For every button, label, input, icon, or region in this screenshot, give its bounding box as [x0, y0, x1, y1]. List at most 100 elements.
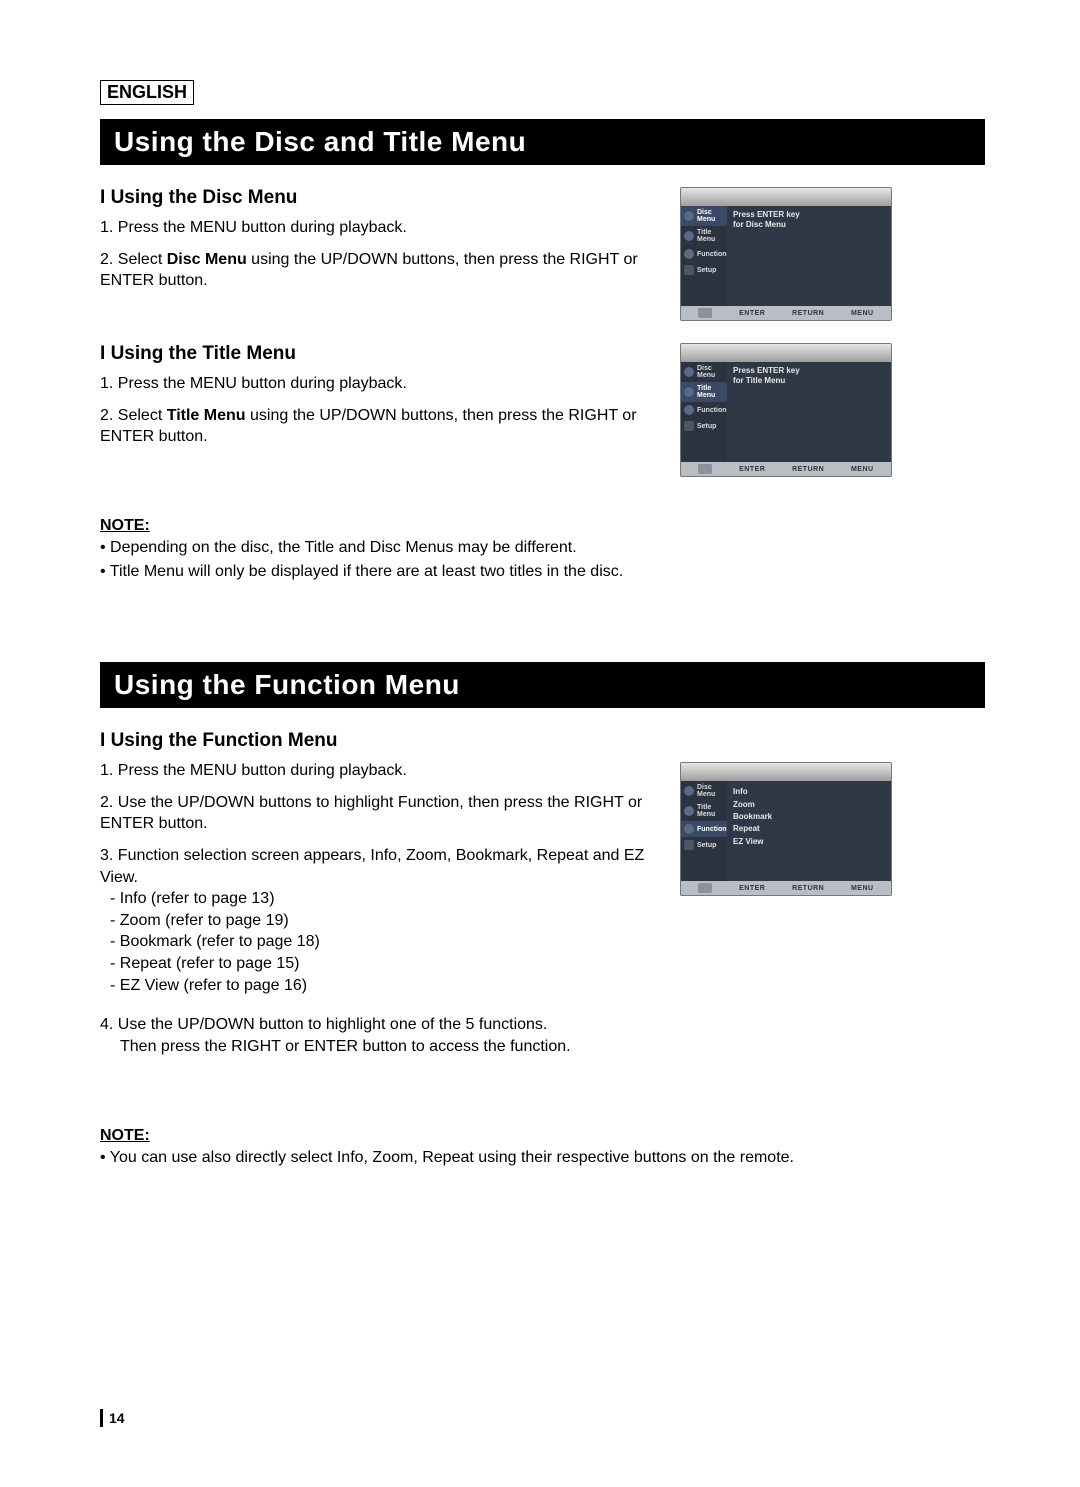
title-step-2: 2. Select Title Menu using the UP/DOWN b…	[100, 405, 660, 448]
step-number: 1.	[100, 219, 113, 236]
func-step3-sub2: - Zoom (refer to page 19)	[110, 910, 660, 932]
disc-icon	[684, 367, 694, 377]
osd-side-label: Setup	[697, 267, 716, 274]
osd-side-item-setup: Setup	[681, 837, 727, 853]
osd-fn-item-zoom: Zoom	[733, 800, 885, 810]
disc-icon	[684, 786, 694, 796]
osd-side-label: Title Menu	[697, 804, 724, 818]
subhead-text: Using the Title Menu	[111, 343, 296, 364]
osd-side-label: Function	[697, 407, 727, 414]
osd-top-bar	[681, 763, 891, 781]
osd-main-line1: Press ENTER key	[733, 210, 885, 220]
page-number: 14	[109, 1410, 125, 1426]
page-number-wrap: 14	[100, 1409, 125, 1427]
note-label-1: NOTE:	[100, 517, 985, 535]
osd-sidebar: Disc Menu Title Menu Function Setup	[681, 206, 727, 306]
func-step3-sub4: - Repeat (refer to page 15)	[110, 953, 660, 975]
step-text-pre: Select	[118, 407, 167, 424]
step-text: Press the MENU button during playback.	[118, 375, 407, 392]
dpad-icon	[698, 883, 712, 893]
osd-side-label: Disc Menu	[697, 784, 724, 798]
title-step-1: 1. Press the MENU button during playback…	[100, 373, 660, 395]
dpad-icon	[698, 464, 712, 474]
osd-footer-enter: ENTER	[739, 885, 765, 892]
disc-icon	[684, 231, 694, 241]
osd-footer: ENTER RETURN MENU	[681, 306, 891, 320]
osd-side-item-title-menu: Title Menu	[681, 801, 727, 821]
osd-side-item-disc-menu: Disc Menu	[681, 206, 727, 226]
disc-icon	[684, 806, 694, 816]
osd-main-line2: for Disc Menu	[733, 220, 885, 230]
osd-side-label: Function	[697, 826, 727, 833]
osd-footer-enter: ENTER	[739, 310, 765, 317]
disc-icon	[684, 387, 694, 397]
osd-sidebar: Disc Menu Title Menu Function Setup	[681, 781, 727, 881]
osd-side-label: Disc Menu	[697, 209, 724, 223]
osd-fn-item-bookmark: Bookmark	[733, 812, 885, 822]
osd-side-item-function: Function	[681, 246, 727, 262]
step-number: 2.	[100, 251, 113, 268]
page-number-bar	[100, 1409, 103, 1427]
func-step-4: 4. Use the UP/DOWN button to highlight o…	[100, 1014, 660, 1057]
step-text-line1: Use the UP/DOWN button to highlight one …	[118, 1016, 548, 1033]
func-step3-sub5: - EZ View (refer to page 16)	[110, 975, 660, 997]
step-text: Function selection screen appears, Info,…	[100, 847, 644, 886]
disc-step-2: 2. Select Disc Menu using the UP/DOWN bu…	[100, 249, 660, 292]
step-text-bold: Title Menu	[167, 407, 246, 424]
osd-side-item-disc-menu: Disc Menu	[681, 781, 727, 801]
step-text-bold: Disc Menu	[167, 251, 247, 268]
note2-bullet-1: • You can use also directly select Info,…	[100, 1147, 985, 1169]
osd-footer-return: RETURN	[792, 466, 824, 473]
subhead-function-menu: I Using the Function Menu	[100, 730, 660, 752]
step-number: 2.	[100, 794, 113, 811]
step-number: 2.	[100, 407, 113, 424]
osd-main-line1: Press ENTER key	[733, 366, 885, 376]
step-number: 1.	[100, 375, 113, 392]
osd-fn-item-repeat: Repeat	[733, 824, 885, 834]
note1-bullet-2: • Title Menu will only be displayed if t…	[100, 561, 985, 583]
osd-side-item-function: Function	[681, 821, 727, 837]
func-step-1: 1. Press the MENU button during playback…	[100, 760, 660, 782]
func-step-3: 3. Function selection screen appears, In…	[100, 845, 660, 996]
osd-side-label: Disc Menu	[697, 365, 724, 379]
banner-function-menu: Using the Function Menu	[100, 662, 985, 708]
func-step3-sub3: - Bookmark (refer to page 18)	[110, 931, 660, 953]
osd-fn-item-info: Info	[733, 787, 885, 797]
func-step-2: 2. Use the UP/DOWN buttons to highlight …	[100, 792, 660, 835]
osd-side-label: Setup	[697, 842, 716, 849]
osd-footer: ENTER RETURN MENU	[681, 462, 891, 476]
func-step3-sub1: - Info (refer to page 13)	[110, 888, 660, 910]
osd-screenshot-title-menu: Disc Menu Title Menu Function Setup	[680, 343, 892, 477]
subhead-prefix: I	[100, 187, 105, 208]
manual-page: ENGLISH Using the Disc and Title Menu I …	[0, 0, 1080, 1487]
osd-side-item-title-menu: Title Menu	[681, 226, 727, 246]
step-number: 4.	[100, 1016, 113, 1033]
grid-icon	[684, 824, 694, 834]
step-text: Use the UP/DOWN buttons to highlight Fun…	[100, 794, 642, 833]
dpad-icon	[698, 308, 712, 318]
osd-side-label: Function	[697, 251, 727, 258]
subhead-title-menu: I Using the Title Menu	[100, 343, 660, 365]
disc-step-1: 1. Press the MENU button during playback…	[100, 217, 660, 239]
osd-screenshot-function-menu: Disc Menu Title Menu Function Setup	[680, 762, 892, 896]
banner-disc-title-menu: Using the Disc and Title Menu	[100, 119, 985, 165]
osd-footer-return: RETURN	[792, 885, 824, 892]
step-text: Press the MENU button during playback.	[118, 762, 407, 779]
gear-icon	[684, 265, 694, 275]
osd-main-line2: for Title Menu	[733, 376, 885, 386]
osd-side-item-disc-menu: Disc Menu	[681, 362, 727, 382]
osd-side-item-setup: Setup	[681, 418, 727, 434]
step-number: 1.	[100, 762, 113, 779]
note-label-2: NOTE:	[100, 1127, 985, 1145]
subhead-text: Using the Function Menu	[111, 730, 338, 751]
osd-footer-menu: MENU	[851, 885, 874, 892]
osd-main-panel: Info Zoom Bookmark Repeat EZ View	[727, 781, 891, 881]
step-text-pre: Select	[118, 251, 167, 268]
osd-side-label: Title Menu	[697, 229, 724, 243]
osd-footer-menu: MENU	[851, 310, 874, 317]
step-text: Press the MENU button during playback.	[118, 219, 407, 236]
osd-footer-enter: ENTER	[739, 466, 765, 473]
osd-side-label: Setup	[697, 423, 716, 430]
disc-icon	[684, 211, 694, 221]
osd-footer-return: RETURN	[792, 310, 824, 317]
